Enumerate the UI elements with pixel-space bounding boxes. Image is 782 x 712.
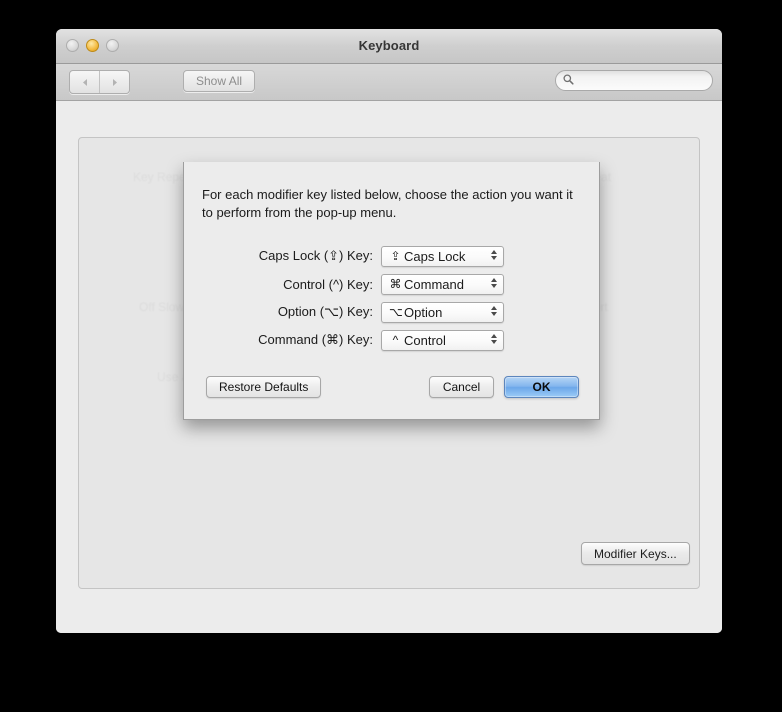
cancel-button[interactable]: Cancel bbox=[429, 376, 494, 398]
modifier-row-control: Control (^) Key: ⌘ Command bbox=[184, 273, 599, 295]
caps-lock-symbol-icon: ⇪ bbox=[390, 249, 401, 263]
forward-button[interactable] bbox=[99, 71, 129, 93]
window-titlebar: Keyboard bbox=[56, 29, 722, 64]
window-title: Keyboard bbox=[358, 38, 420, 53]
option-action-popup[interactable]: ⌥ Option bbox=[381, 301, 504, 323]
control-action-popup[interactable]: ⌘ Command bbox=[381, 273, 504, 295]
stepper-arrows-icon bbox=[491, 277, 497, 288]
modifier-row-label: Option (⌥) Key: bbox=[277, 304, 373, 319]
modifier-row-label: Caps Lock (⇪) Key: bbox=[258, 248, 373, 263]
preference-pane-content: Key Repeat Delay Until Repeat Off Slow S… bbox=[56, 101, 722, 633]
stepper-arrows-icon bbox=[491, 305, 497, 316]
popup-value-label: Control bbox=[404, 332, 446, 348]
stepper-arrows-icon bbox=[491, 333, 497, 344]
popup-value-label: Caps Lock bbox=[404, 248, 466, 264]
modifier-row-option: Option (⌥) Key: ⌥ Option bbox=[184, 301, 599, 323]
ghost-text: Off Slow bbox=[139, 300, 185, 314]
popup-value-label: Command bbox=[404, 276, 464, 292]
ok-button[interactable]: OK bbox=[504, 376, 579, 398]
modifier-keys-button[interactable]: Modifier Keys... bbox=[581, 542, 690, 565]
show-all-button[interactable]: Show All bbox=[183, 70, 256, 92]
search-input[interactable] bbox=[578, 72, 702, 89]
search-field[interactable] bbox=[555, 70, 713, 91]
option-symbol-icon: ⌥ bbox=[389, 305, 403, 319]
modifier-row-command: Command (⌘) Key: ^ Control bbox=[184, 329, 599, 351]
control-symbol-icon: ^ bbox=[392, 333, 399, 347]
modifier-row-label: Control (^) Key: bbox=[283, 276, 373, 292]
chevron-left-icon bbox=[81, 78, 89, 87]
stepper-arrows-icon bbox=[491, 249, 497, 260]
window-toolbar: Show All bbox=[56, 64, 722, 101]
chevron-right-icon bbox=[111, 78, 119, 87]
modifier-row-label: Command (⌘) Key: bbox=[258, 332, 373, 347]
dialog-description: For each modifier key listed below, choo… bbox=[202, 187, 573, 220]
navigation-button-group bbox=[69, 70, 130, 94]
back-button[interactable] bbox=[70, 71, 99, 93]
command-action-popup[interactable]: ^ Control bbox=[381, 329, 504, 351]
restore-defaults-button[interactable]: Restore Defaults bbox=[206, 376, 322, 398]
command-symbol-icon: ⌘ bbox=[389, 277, 402, 291]
modifier-row-caps-lock: Caps Lock (⇪) Key: ⇪ Caps Lock bbox=[184, 245, 599, 267]
keyboard-preferences-window: Keyboard Show All Key Repeat Off Slow Us… bbox=[56, 29, 722, 633]
popup-value-label: Option bbox=[404, 304, 443, 320]
search-icon bbox=[563, 72, 574, 90]
modifier-keys-dialog: For each modifier key listed below, choo… bbox=[183, 162, 600, 420]
caps-lock-action-popup[interactable]: ⇪ Caps Lock bbox=[381, 245, 504, 267]
